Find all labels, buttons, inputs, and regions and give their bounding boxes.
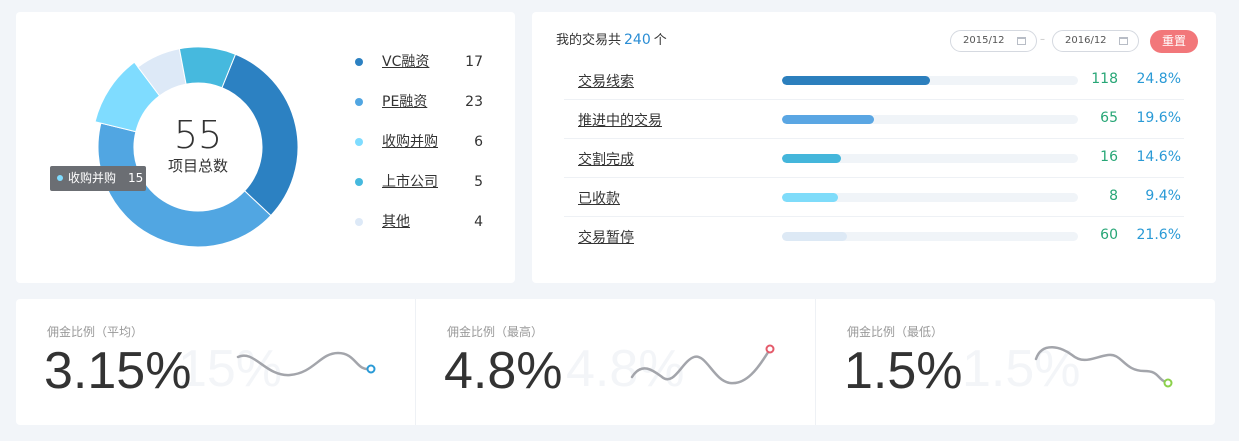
stat-value: 1.5% [844, 342, 963, 400]
sparkline-line [630, 347, 772, 385]
deal-progress-fill [782, 232, 848, 241]
calendar-icon [1119, 37, 1128, 45]
deal-row: 已收款 8 9.4% [564, 178, 1184, 217]
legend-value: 23 [465, 94, 483, 110]
legend-dot [355, 58, 363, 66]
legend-dot [355, 218, 363, 226]
donut-total: 55 [173, 113, 223, 157]
deal-percent: 19.6% [1136, 110, 1181, 126]
stat-value: 3.15% [44, 342, 192, 400]
deal-progress-fill [782, 76, 930, 85]
legend-label[interactable]: PE融资 [382, 92, 427, 112]
stat-label: 佣金比例（最低） [847, 325, 944, 339]
donut-tooltip: 收购并购 15 [50, 166, 146, 191]
legend-value: 5 [474, 174, 483, 190]
deals-total: 240 [624, 32, 651, 48]
deals-title: 我的交易共 240 个 [556, 29, 667, 48]
legend-dot [355, 98, 363, 106]
donut-caption: 项目总数 [167, 157, 228, 175]
deal-count: 118 [1091, 71, 1118, 87]
sparkline-line [236, 351, 372, 377]
deal-row: 交易线索 118 24.8% [564, 61, 1184, 100]
deal-label[interactable]: 推进中的交易 [578, 110, 662, 130]
date-from-value: 2015/12 [963, 35, 1005, 46]
sparkline-end-dot [366, 364, 376, 374]
sparkline-line [1034, 346, 1170, 385]
stat-highest: 佣金比例（最高） 4.8% 4.8% [416, 299, 816, 425]
deal-progress-bar [782, 115, 1078, 124]
legend-dot [355, 178, 363, 186]
reset-button[interactable]: 重置 [1150, 30, 1198, 53]
project-donut-card: 55 项目总数 收购并购 15 VC融资 17 PE融资 23 收购并购 6 上市… [16, 12, 515, 283]
deal-count: 8 [1109, 188, 1118, 204]
date-from-input[interactable]: 2015/12 [950, 30, 1037, 52]
sparkline-average [236, 351, 376, 377]
legend-dot [355, 138, 363, 146]
sparkline-end-dot [1163, 378, 1173, 388]
deal-count: 65 [1100, 110, 1118, 126]
deal-progress-fill [782, 193, 839, 202]
tooltip-label: 收购并购 [68, 171, 117, 185]
sparkline-lowest [1034, 346, 1173, 388]
deal-row: 推进中的交易 65 19.6% [564, 100, 1184, 139]
deals-card: 我的交易共 240 个 2015/12 – 2016/12 重置 交易线索 118 … [532, 12, 1216, 283]
legend-label[interactable]: 收购并购 [382, 132, 438, 152]
deal-percent: 14.6% [1136, 149, 1181, 165]
stat-average: 佣金比例（平均） 15% 3.15% [16, 299, 416, 425]
tooltip-value: 15 [128, 171, 144, 185]
deal-progress-bar [782, 193, 1078, 202]
deal-count: 16 [1100, 149, 1118, 165]
deal-progress-bar [782, 232, 1078, 241]
deal-progress-fill [782, 115, 874, 124]
legend-value: 17 [465, 54, 483, 70]
deal-row: 交割完成 16 14.6% [564, 139, 1184, 178]
date-separator: – [1040, 34, 1045, 45]
deal-progress-bar [782, 154, 1078, 163]
legend-value: 4 [474, 214, 483, 230]
deal-percent: 24.8% [1136, 71, 1181, 87]
commission-stats-card: 佣金比例（平均） 15% 3.15% 佣金比例（最高） 4.8% 4.8% 佣金… [16, 299, 1215, 425]
deal-label[interactable]: 交割完成 [578, 149, 634, 169]
legend-item-pe[interactable]: PE融资 23 [351, 92, 491, 132]
date-to-input[interactable]: 2016/12 [1052, 30, 1139, 52]
deal-progress-bar [782, 76, 1078, 85]
legend-item-listed[interactable]: 上市公司 5 [351, 172, 491, 212]
deal-row: 交易暂停 60 21.6% [564, 217, 1184, 256]
calendar-icon [1017, 37, 1026, 45]
donut-legend: VC融资 17 PE融资 23 收购并购 6 上市公司 5 其他 4 [351, 52, 491, 252]
deal-count: 60 [1100, 227, 1118, 243]
deal-percent: 21.6% [1136, 227, 1181, 243]
legend-item-ma[interactable]: 收购并购 6 [351, 132, 491, 172]
deal-percent: 9.4% [1145, 188, 1181, 204]
legend-label[interactable]: 其他 [382, 212, 410, 232]
legend-item-vc[interactable]: VC融资 17 [351, 52, 491, 92]
deal-label[interactable]: 已收款 [578, 188, 620, 208]
tooltip-dot [57, 175, 63, 181]
deals-title-prefix: 我的交易共 [556, 33, 622, 48]
stat-label: 佣金比例（最高） [447, 325, 544, 339]
deals-title-suffix: 个 [653, 33, 667, 48]
stat-label: 佣金比例（平均） [47, 325, 144, 339]
stat-value: 4.8% [444, 342, 563, 400]
stat-lowest: 佣金比例（最低） 1.5% 1.5% [816, 299, 1215, 425]
legend-item-other[interactable]: 其他 4 [351, 212, 491, 252]
date-to-value: 2016/12 [1065, 35, 1107, 46]
deal-label[interactable]: 交易暂停 [578, 227, 634, 247]
sparkline-highest [630, 344, 775, 385]
sparkline-end-dot [765, 344, 775, 354]
legend-label[interactable]: 上市公司 [382, 172, 438, 192]
legend-label[interactable]: VC融资 [382, 52, 429, 72]
deal-label[interactable]: 交易线索 [578, 71, 634, 91]
deal-progress-fill [782, 154, 842, 163]
legend-value: 6 [474, 134, 483, 150]
